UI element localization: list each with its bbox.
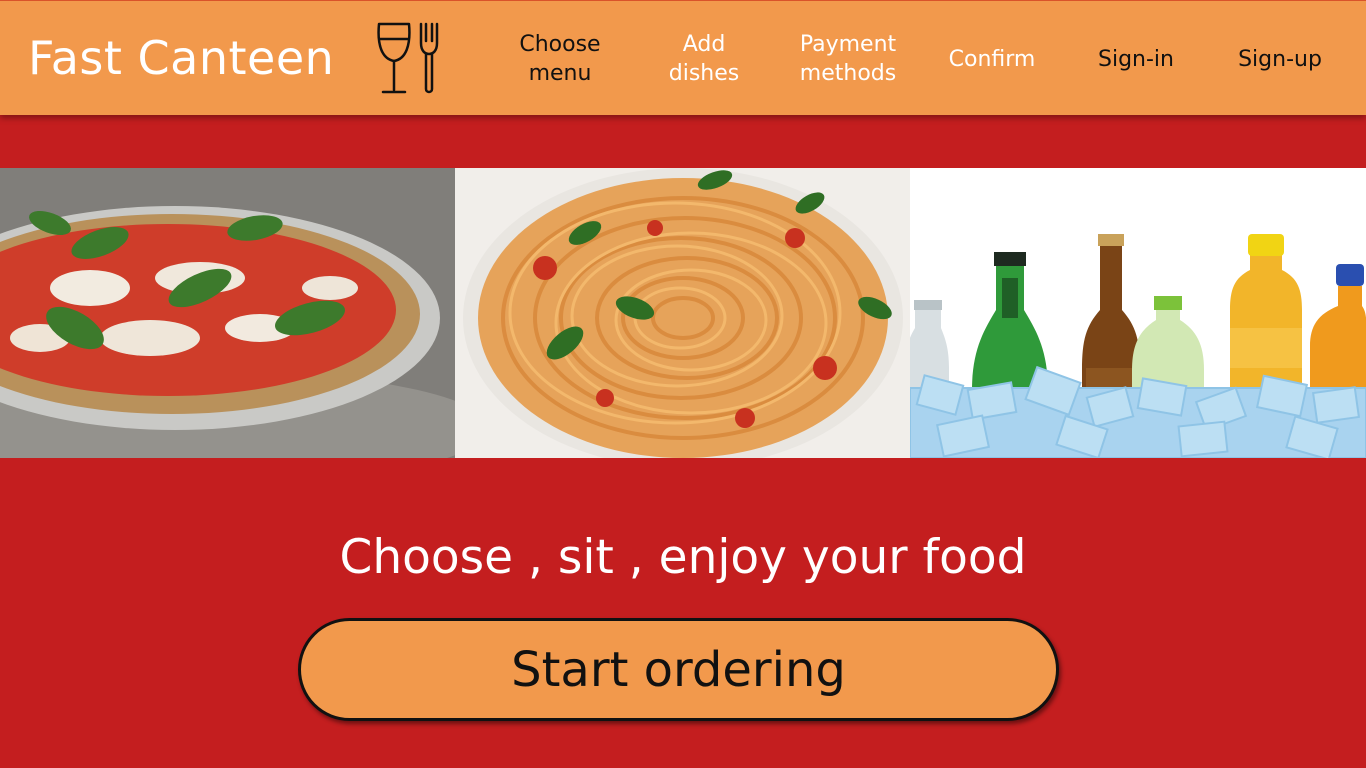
nav-label: menu	[528, 61, 592, 86]
nav-label: Sign-in	[1098, 46, 1174, 72]
nav-label: Add	[682, 32, 726, 57]
start-ordering-button[interactable]: Start ordering	[298, 618, 1059, 721]
pizza-image	[0, 168, 455, 458]
nav-label: dishes	[668, 61, 740, 86]
spaghetti-image	[455, 168, 910, 458]
brand-title[interactable]: Fast Canteen	[28, 31, 334, 85]
food-gallery	[0, 168, 1366, 458]
nav-label: Sign-up	[1238, 46, 1322, 72]
nav-payment-methods[interactable]: Payment methods	[788, 29, 908, 89]
nav-sign-in[interactable]: Sign-in	[1076, 29, 1196, 89]
drinks-image	[910, 168, 1366, 458]
top-nav-bar: Fast Canteen Choose menu Add dishes Paym…	[0, 0, 1366, 115]
hero-tagline: Choose , sit , enjoy your food	[339, 530, 1027, 585]
nav-label: methods	[799, 61, 897, 86]
nav-label: Payment	[799, 32, 897, 57]
nav-choose-menu[interactable]: Choose menu	[500, 29, 620, 89]
wine-glass-fork-icon	[377, 22, 439, 94]
nav-add-dishes[interactable]: Add dishes	[644, 29, 764, 89]
nav-label: Confirm	[948, 46, 1036, 72]
nav-confirm[interactable]: Confirm	[932, 29, 1052, 89]
nav-label: Choose	[519, 32, 601, 57]
nav-sign-up[interactable]: Sign-up	[1220, 29, 1340, 89]
